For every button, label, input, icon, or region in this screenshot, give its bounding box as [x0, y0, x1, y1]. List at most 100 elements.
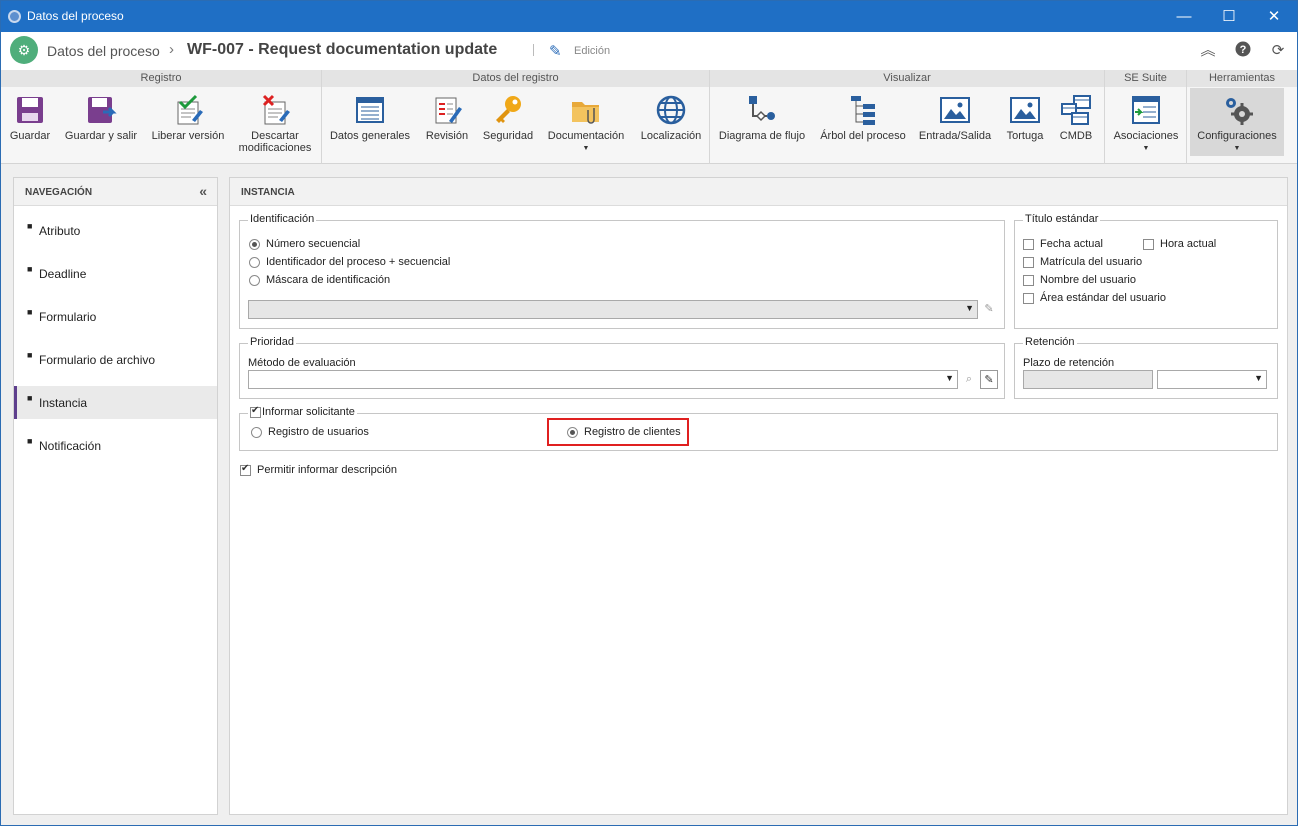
dropdown-arrow-icon: ▼ — [1142, 145, 1150, 152]
revision-button[interactable]: Revisión — [420, 88, 474, 160]
nav-item-deadline[interactable]: ■ Deadline — [14, 257, 217, 290]
workflow-logo-icon: ⚙ — [10, 36, 38, 64]
release-version-button[interactable]: Liberar versión — [147, 88, 229, 160]
retention-unit-select[interactable]: ▼ — [1157, 370, 1267, 389]
retention-legend: Retención — [1023, 336, 1077, 348]
ribbon-group-datos-registro: Datos del registro Datos generales Revis… — [322, 70, 710, 164]
save-exit-icon — [88, 97, 117, 123]
close-button[interactable]: ✕ — [1251, 1, 1297, 32]
ribbon-group-title: Datos del registro — [322, 70, 709, 87]
instance-header: INSTANCIA — [230, 178, 1287, 206]
standard-title-group: Título estándar Fecha actual Hora actual… — [1014, 213, 1278, 329]
dropdown-arrow-icon: ▼ — [1254, 373, 1263, 383]
breadcrumb-root[interactable]: Datos del proceso — [47, 43, 160, 59]
nav-item-instancia[interactable]: ■ Instancia — [14, 386, 217, 419]
ribbon-group-title: Registro — [1, 70, 321, 87]
identification-legend: Identificación — [248, 213, 317, 225]
navigation-title: NAVEGACIÓN — [25, 187, 93, 198]
settings-dropdown[interactable]: Configuraciones ▼ — [1190, 88, 1284, 156]
pencil-icon: ✎ — [549, 43, 562, 60]
ribbon-toolbar: Registro Guardar Guardar y salir Liberar… — [1, 70, 1297, 164]
turtle-image-icon — [1010, 97, 1040, 123]
nav-item-notificacion[interactable]: ■ Notificación — [14, 429, 217, 462]
refresh-icon[interactable]: ⟳ — [1268, 41, 1288, 61]
requester-group: Informar solicitante Registro de usuario… — [239, 405, 1278, 451]
dropdown-arrow-icon: ▼ — [965, 303, 974, 313]
retention-group: Retención Plazo de retención ▼ — [1014, 336, 1278, 399]
standard-title-legend: Título estándar — [1023, 213, 1101, 225]
discard-x-icon — [262, 94, 290, 125]
breadcrumb-chevron-icon: › — [169, 41, 174, 58]
mask-eraser-icon: ✎ — [984, 303, 994, 315]
evaluation-method-select[interactable]: ▼ — [248, 370, 958, 389]
nav-item-formulario[interactable]: ■ Formulario — [14, 300, 217, 333]
requester-legend: Informar solicitante — [248, 405, 357, 418]
nav-item-formulario-archivo[interactable]: ■ Formulario de archivo — [14, 343, 217, 376]
flowchart-icon — [749, 96, 775, 122]
header-divider — [533, 44, 534, 56]
clear-brush-icon[interactable]: ✎ — [980, 370, 998, 389]
documentation-dropdown[interactable]: Documentación ▼ — [542, 88, 630, 160]
page-title: WF-007 - Request documentation update — [187, 41, 498, 58]
instance-panel: INSTANCIA Identificación Número secuenci… — [229, 177, 1288, 815]
save-and-exit-button[interactable]: Guardar y salir — [61, 88, 141, 160]
tree-icon — [851, 96, 875, 125]
svg-text:?: ? — [1240, 44, 1247, 56]
form-list-icon — [356, 97, 384, 123]
folder-clip-icon — [572, 102, 599, 124]
key-icon — [496, 96, 521, 123]
image-frame-icon — [940, 97, 970, 123]
associations-icon — [1132, 96, 1160, 124]
highlight-box — [547, 418, 689, 446]
dropdown-arrow-icon: ▼ — [582, 145, 590, 152]
general-data-button[interactable]: Datos generales — [327, 88, 413, 160]
input-output-button[interactable]: Entrada/Salida — [916, 88, 994, 160]
associations-dropdown[interactable]: Asociaciones ▼ — [1109, 88, 1183, 160]
security-button[interactable]: Seguridad — [480, 88, 536, 160]
identification-group: Identificación Número secuencial Identif… — [239, 213, 1005, 329]
save-button[interactable]: Guardar — [5, 88, 55, 160]
ribbon-group-visualizar: Visualizar Diagrama de flujo Árbol del p… — [710, 70, 1105, 164]
maximize-button[interactable]: ☐ — [1206, 1, 1252, 32]
nav-item-atributo[interactable]: ■ Atributo — [14, 214, 217, 247]
identification-mask-select[interactable]: ▼ — [248, 300, 978, 319]
revision-doc-icon — [435, 97, 462, 124]
retention-period-label: Plazo de retención — [1023, 357, 1115, 369]
panel-title: INSTANCIA — [241, 187, 295, 198]
flow-diagram-button[interactable]: Diagrama de flujo — [715, 88, 809, 160]
process-data-window: Datos del proceso — ☐ ✕ ⚙ Datos del proc… — [0, 0, 1298, 826]
minimize-button[interactable]: — — [1161, 1, 1207, 32]
requester-checkbox[interactable] — [250, 405, 261, 418]
window-title: Datos del proceso — [27, 9, 124, 23]
release-check-icon — [177, 94, 203, 125]
cmdb-grid-icon — [1061, 95, 1091, 125]
localization-button[interactable]: Localización — [636, 88, 706, 160]
ribbon-group-herramientas: Herramientas Configuraciones ▼ — [1187, 70, 1297, 164]
edit-mode-label: Edición — [574, 45, 611, 57]
ribbon-group-registro: Registro Guardar Guardar y salir Liberar… — [1, 70, 322, 164]
floppy-disk-icon — [17, 97, 43, 123]
gears-icon — [1226, 98, 1253, 125]
help-icon[interactable]: ? — [1233, 41, 1253, 61]
ribbon-group-title: SE Suite — [1105, 70, 1186, 87]
navigation-header: NAVEGACIÓN « — [14, 178, 217, 206]
binoculars-icon: ⌕ — [965, 373, 973, 385]
page-header: ⚙ Datos del proceso › WF-007 - Request d… — [1, 32, 1297, 70]
title-bar: Datos del proceso — ☐ ✕ — [1, 1, 1297, 32]
app-globe-icon — [8, 10, 21, 23]
process-tree-button[interactable]: Árbol del proceso — [816, 88, 910, 160]
priority-legend: Prioridad — [248, 336, 297, 348]
ribbon-group-se-suite: SE Suite Asociaciones ▼ — [1105, 70, 1187, 164]
priority-group: Prioridad Método de evaluación ▼ ⌕ ✎ — [239, 336, 1005, 399]
globe-icon — [656, 95, 686, 125]
navigation-panel: NAVEGACIÓN « ■ Atributo ■ Deadline ■ Formul… — [13, 177, 218, 815]
turtle-button[interactable]: Tortuga — [1000, 88, 1050, 160]
dropdown-arrow-icon: ▼ — [1233, 145, 1241, 152]
dropdown-arrow-icon: ▼ — [945, 373, 954, 383]
retention-period-input[interactable] — [1023, 370, 1153, 389]
evaluation-method-label: Método de evaluación — [248, 357, 356, 369]
collapse-up-icon[interactable]: ︽ — [1198, 41, 1218, 61]
cmdb-button[interactable]: CMDB — [1054, 88, 1098, 160]
discard-changes-button[interactable]: Descartar modificaciones — [235, 88, 315, 160]
collapse-panel-icon[interactable]: « — [199, 183, 207, 199]
